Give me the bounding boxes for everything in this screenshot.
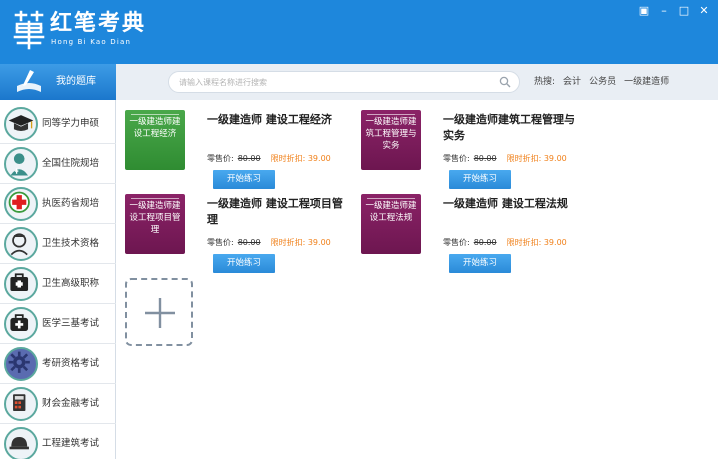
sidebar-item-label: 全国住院规培 (42, 158, 100, 169)
sidebar-item-zhiyi[interactable]: 执医药省规培 (0, 184, 116, 224)
start-practice-button[interactable]: 开始练习 (449, 170, 511, 189)
graduation-cap-icon (4, 107, 38, 141)
cover-text: 一级建造师建设工程法规 (365, 201, 417, 223)
course-grid: 一级建造师建设工程经济 一级建造师 建设工程经济 零售价: 80.00 限时折扣: … (117, 100, 718, 459)
sidebar-header-label: 我的题库 (56, 76, 96, 87)
hot-search-item[interactable]: 一级建造师 (624, 76, 669, 88)
sidebar: 我的题库 同等学力申硕 全国住院规培 执医药省规培 卫生技术资格 卫生高级职称 … (0, 64, 116, 459)
hot-search-label: 热搜: (534, 77, 556, 87)
nurse-icon (4, 227, 38, 261)
plus-icon (145, 298, 175, 328)
sidebar-item-label: 医学三基考试 (42, 318, 100, 329)
sidebar-item-gongcheng[interactable]: 工程建筑考试 (0, 424, 116, 459)
original-price: 80.00 (237, 154, 261, 163)
price-label: 零售价: (443, 154, 470, 163)
start-practice-button[interactable]: 开始练习 (449, 254, 511, 273)
doctor-icon (4, 147, 38, 181)
start-practice-button[interactable]: 开始练习 (213, 254, 275, 273)
sidebar-item-label: 卫生高级职称 (42, 278, 100, 289)
price-row: 零售价: 80.00 限时折扣: 39.00 (207, 238, 331, 248)
sidebar-item-zhuyuan[interactable]: 全国住院规培 (0, 144, 116, 184)
search-box (168, 71, 520, 93)
sidebar-item-label: 卫生技术资格 (42, 238, 100, 249)
minimize-icon[interactable]: – (656, 4, 672, 18)
medical-kit-icon (4, 267, 38, 301)
original-price: 80.00 (473, 238, 497, 247)
sidebar-item-label: 考研资格考试 (42, 358, 100, 369)
course-card: 一级建造师建设工程经济 一级建造师 建设工程经济 零售价: 80.00 限时折扣: … (125, 110, 345, 190)
skin-icon[interactable]: ▣ (636, 4, 652, 18)
sidebar-item-label: 同等学力申硕 (42, 118, 100, 129)
sidebar-item-sanji[interactable]: 医学三基考试 (0, 304, 116, 344)
sidebar-item-weisheng[interactable]: 卫生技术资格 (0, 224, 116, 264)
sidebar-item-gaoji[interactable]: 卫生高级职称 (0, 264, 116, 304)
sidebar-item-label: 财会金融考试 (42, 398, 100, 409)
add-course-button[interactable] (125, 278, 193, 346)
price-label: 零售价: (207, 154, 234, 163)
price-row: 零售价: 80.00 限时折扣: 39.00 (443, 154, 567, 164)
hot-search-item[interactable]: 公务员 (589, 76, 616, 88)
close-icon[interactable]: ✕ (696, 4, 712, 18)
sidebar-item-kaoyan[interactable]: 考研资格考试 (0, 344, 116, 384)
red-cross-icon (4, 187, 38, 221)
gear-icon (4, 347, 38, 381)
start-practice-button[interactable]: 开始练习 (213, 170, 275, 189)
course-cover[interactable]: 一级建造师建设工程法规 (361, 194, 421, 254)
course-title: 一级建造师建筑工程管理与实务 (443, 113, 575, 142)
discount-price: 限时折扣: 39.00 (270, 238, 331, 247)
course-title: 一级建造师 建设工程经济 (207, 113, 332, 126)
course-card: 一级建造师建筑工程管理与实务 一级建造师建筑工程管理与实务 零售价: 80.00 限… (361, 110, 581, 190)
maximize-icon[interactable]: □ (676, 4, 692, 18)
search-icon[interactable] (499, 76, 511, 88)
discount-price: 限时折扣: 39.00 (270, 154, 331, 163)
price-label: 零售价: (207, 238, 234, 247)
price-row: 零售价: 80.00 限时折扣: 39.00 (207, 154, 331, 164)
cover-text: 一级建造师建设工程经济 (129, 117, 181, 139)
course-cover[interactable]: 一级建造师建筑工程管理与实务 (361, 110, 421, 170)
cover-text: 一级建造师建设工程项目管理 (129, 201, 181, 235)
medical-bag-icon (4, 307, 38, 341)
discount-price: 限时折扣: 39.00 (506, 154, 567, 163)
pen-logo-icon (13, 10, 45, 50)
hard-hat-icon (4, 427, 38, 459)
app-header: 红笔考典 Hong Bi Kao Dian ▣ – □ ✕ (0, 0, 718, 64)
calculator-icon (4, 387, 38, 421)
search-input[interactable] (179, 74, 479, 90)
app-title: 红笔考典 (50, 11, 147, 36)
price-row: 零售价: 80.00 限时折扣: 39.00 (443, 238, 567, 248)
hot-search: 热搜: 会计 公务员 一级建造师 (534, 76, 669, 88)
app-subtitle: Hong Bi Kao Dian (51, 38, 132, 46)
course-cover[interactable]: 一级建造师建设工程经济 (125, 110, 185, 170)
hot-search-item[interactable]: 会计 (563, 76, 581, 88)
app-window: 红笔考典 Hong Bi Kao Dian ▣ – □ ✕ 我的题库 同等学力申… (0, 0, 718, 459)
search-bar-row: 热搜: 会计 公务员 一级建造师 (116, 64, 718, 100)
price-label: 零售价: (443, 238, 470, 247)
window-controls: ▣ – □ ✕ (636, 4, 712, 18)
sidebar-header-my-bank[interactable]: 我的题库 (0, 64, 116, 100)
discount-price: 限时折扣: 39.00 (506, 238, 567, 247)
course-title: 一级建造师 建设工程项目管理 (207, 197, 343, 226)
sidebar-item-tongdeng[interactable]: 同等学力申硕 (0, 104, 116, 144)
sidebar-item-label: 执医药省规培 (42, 198, 100, 209)
original-price: 80.00 (473, 154, 497, 163)
course-card: 一级建造师建设工程项目管理 一级建造师 建设工程项目管理 零售价: 80.00 限时… (125, 194, 345, 274)
course-title: 一级建造师 建设工程法规 (443, 197, 568, 210)
course-card: 一级建造师建设工程法规 一级建造师 建设工程法规 零售价: 80.00 限时折扣: … (361, 194, 581, 274)
book-pen-icon (17, 70, 41, 92)
original-price: 80.00 (237, 238, 261, 247)
sidebar-item-label: 工程建筑考试 (42, 438, 100, 449)
sidebar-item-caikuai[interactable]: 财会金融考试 (0, 384, 116, 424)
cover-text: 一级建造师建筑工程管理与实务 (365, 117, 417, 151)
course-cover[interactable]: 一级建造师建设工程项目管理 (125, 194, 185, 254)
